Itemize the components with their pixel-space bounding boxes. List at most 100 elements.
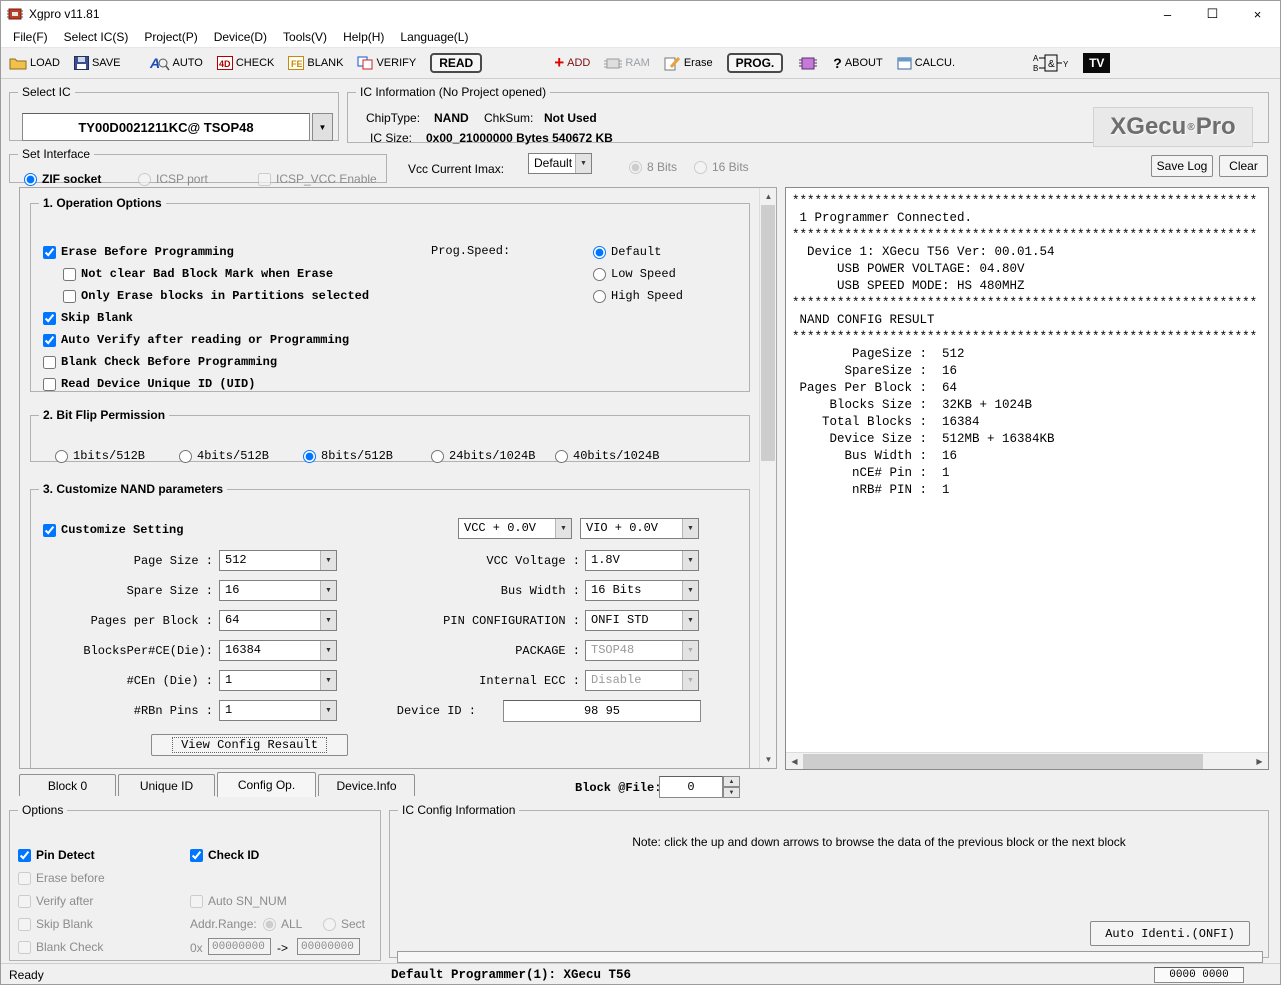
bitflip-40bits-radio[interactable]: 40bits/1024B xyxy=(555,446,659,466)
calcu-button[interactable]: CALCU. xyxy=(897,57,955,70)
only-erase-partitions-checkbox[interactable]: Only Erase blocks in Partitions selected xyxy=(63,286,369,306)
maximize-button[interactable]: ☐ xyxy=(1190,1,1235,27)
radio[interactable] xyxy=(555,450,568,463)
scroll-left-icon[interactable]: ◀ xyxy=(786,753,803,770)
view-config-result-button[interactable]: View Config Resault xyxy=(151,734,348,756)
internal-ecc-combo[interactable]: Disable▼ xyxy=(585,670,699,691)
erase-button[interactable]: Erase xyxy=(664,56,713,71)
menu-item-tools[interactable]: Tools(V) xyxy=(275,27,335,47)
package-combo[interactable]: TSOP48▼ xyxy=(585,640,699,661)
radio[interactable] xyxy=(303,450,316,463)
log-horizontal-scrollbar[interactable]: ◀ ▶ xyxy=(786,752,1268,769)
checkbox[interactable] xyxy=(63,268,76,281)
bitflip-4bits-radio[interactable]: 4bits/512B xyxy=(179,446,269,466)
erase-before-checkbox[interactable]: Erase before xyxy=(18,868,105,888)
vcc-offset-combo[interactable]: VCC + 0.0V▼ xyxy=(458,518,572,539)
checkbox[interactable] xyxy=(18,872,31,885)
spin-up-icon[interactable]: ▲ xyxy=(723,776,740,787)
icsp-vcc-checkbox[interactable]: ICSP_VCC Enable xyxy=(258,169,377,189)
radio[interactable] xyxy=(323,918,336,931)
tv-button[interactable]: TV xyxy=(1083,53,1110,73)
speed-low-radio[interactable]: Low Speed xyxy=(593,264,676,284)
radio[interactable] xyxy=(629,161,642,174)
vcc-voltage-combo[interactable]: 1.8V▼ xyxy=(585,550,699,571)
ram-button[interactable]: RAM xyxy=(604,57,649,70)
save-log-button[interactable]: Save Log xyxy=(1151,155,1213,177)
pin-configuration-combo[interactable]: ONFI STD▼ xyxy=(585,610,699,631)
checkbox[interactable] xyxy=(43,356,56,369)
scrollbar-thumb[interactable] xyxy=(761,205,775,461)
radio[interactable] xyxy=(24,173,37,186)
add-button[interactable]: + ADD xyxy=(554,57,590,69)
scroll-right-icon[interactable]: ▶ xyxy=(1251,753,1268,770)
bits16-radio[interactable]: 16 Bits xyxy=(694,157,749,177)
vio-offset-combo[interactable]: VIO + 0.0V▼ xyxy=(580,518,699,539)
device-id-field[interactable]: 98 95 xyxy=(503,700,701,722)
radio[interactable] xyxy=(138,173,151,186)
checkbox[interactable] xyxy=(43,378,56,391)
checkbox[interactable] xyxy=(18,895,31,908)
radio[interactable] xyxy=(593,268,606,281)
scroll-up-icon[interactable]: ▲ xyxy=(760,188,777,205)
check-id-checkbox[interactable]: Check ID xyxy=(190,845,259,865)
checkbox[interactable] xyxy=(190,895,203,908)
speed-default-radio[interactable]: Default xyxy=(593,242,661,262)
addr-range-sect-radio[interactable]: Sect xyxy=(323,914,365,934)
radio[interactable] xyxy=(431,450,444,463)
blank-check-before-checkbox[interactable]: Blank Check Before Programming xyxy=(43,352,277,372)
block-at-file-spinner[interactable]: ▲ ▼ xyxy=(723,776,740,798)
addr-from-input[interactable] xyxy=(208,938,271,955)
radio[interactable] xyxy=(593,246,606,259)
menu-item-select-ic[interactable]: Select IC(S) xyxy=(56,27,137,47)
bitflip-8bits-radio[interactable]: 8bits/512B xyxy=(303,446,393,466)
checkbox[interactable] xyxy=(258,173,271,186)
vcc-current-combo[interactable]: Default ▼ xyxy=(528,153,592,174)
spin-down-icon[interactable]: ▼ xyxy=(723,787,740,798)
cen-die-combo[interactable]: 1▼ xyxy=(219,670,337,691)
checkbox[interactable] xyxy=(43,334,56,347)
logic-test-button[interactable]: AB&Y xyxy=(1033,53,1069,73)
tab-unique-id[interactable]: Unique ID xyxy=(118,774,215,796)
radio[interactable] xyxy=(593,290,606,303)
radio[interactable] xyxy=(55,450,68,463)
ic-test-button[interactable] xyxy=(797,56,819,71)
save-button[interactable]: SAVE xyxy=(74,56,121,70)
checkbox[interactable] xyxy=(43,524,56,537)
select-ic-dropdown-button[interactable]: ▼ xyxy=(312,113,333,141)
about-button[interactable]: ? ABOUT xyxy=(833,55,882,71)
read-uid-checkbox[interactable]: Read Device Unique ID (UID) xyxy=(43,374,255,394)
checkbox[interactable] xyxy=(18,918,31,931)
menu-item-language[interactable]: Language(L) xyxy=(392,27,476,47)
read-button[interactable]: READ xyxy=(430,53,482,73)
bitflip-24bits-radio[interactable]: 24bits/1024B xyxy=(431,446,535,466)
auto-identi-button[interactable]: Auto Identi.(ONFI) xyxy=(1090,921,1250,946)
addr-range-all-radio[interactable]: ALL xyxy=(263,914,302,934)
bitflip-1bits-radio[interactable]: 1bits/512B xyxy=(55,446,145,466)
checkbox[interactable] xyxy=(18,849,31,862)
zif-socket-radio[interactable]: ZIF socket xyxy=(24,169,101,189)
checkbox[interactable] xyxy=(43,246,56,259)
minimize-button[interactable]: – xyxy=(1145,1,1190,27)
spare-size-combo[interactable]: 16▼ xyxy=(219,580,337,601)
blank-check-option-checkbox[interactable]: Blank Check xyxy=(18,937,103,957)
checkbox[interactable] xyxy=(43,312,56,325)
blank-button[interactable]: FE BLANK xyxy=(288,56,343,70)
config-panel-scrollbar[interactable]: ▲ ▼ xyxy=(759,188,776,768)
menu-item-project[interactable]: Project(P) xyxy=(136,27,205,47)
customize-setting-checkbox[interactable]: Customize Setting xyxy=(43,520,183,540)
verify-button[interactable]: VERIFY xyxy=(357,56,416,71)
selected-ic-display[interactable]: TY00D0021211KC@ TSOP48 xyxy=(22,113,310,141)
bus-width-combo[interactable]: 16 Bits▼ xyxy=(585,580,699,601)
not-clear-bad-block-checkbox[interactable]: Not clear Bad Block Mark when Erase xyxy=(63,264,333,284)
tab-config-op[interactable]: Config Op. xyxy=(217,772,316,797)
auto-verify-checkbox[interactable]: Auto Verify after reading or Programming xyxy=(43,330,349,350)
checkbox[interactable] xyxy=(18,941,31,954)
load-button[interactable]: LOAD xyxy=(9,56,60,70)
checkbox[interactable] xyxy=(63,290,76,303)
radio[interactable] xyxy=(694,161,707,174)
speed-high-radio[interactable]: High Speed xyxy=(593,286,683,306)
menu-item-device[interactable]: Device(D) xyxy=(206,27,275,47)
rbn-pins-combo[interactable]: 1▼ xyxy=(219,700,337,721)
skip-blank-checkbox[interactable]: Skip Blank xyxy=(43,308,133,328)
page-size-combo[interactable]: 512▼ xyxy=(219,550,337,571)
